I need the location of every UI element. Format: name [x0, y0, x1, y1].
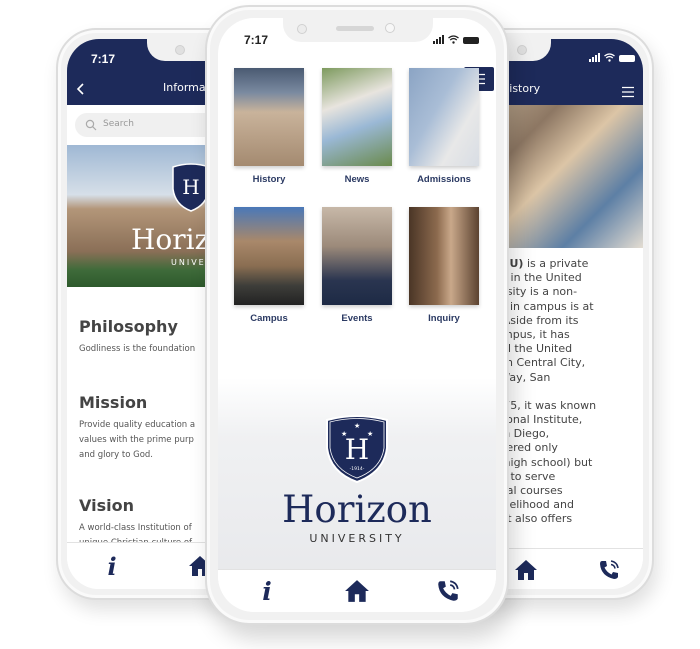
front-camera: [297, 24, 307, 34]
sensor: [385, 23, 395, 33]
tile-inquiry[interactable]: Inquiry: [409, 207, 479, 324]
tile-image: [409, 68, 479, 166]
wifi-icon: [448, 35, 459, 44]
tile-events[interactable]: Events: [322, 207, 392, 324]
tile-image: [322, 68, 392, 166]
search-placeholder: Search: [103, 119, 134, 129]
brand-sub: UNIVERSITY: [309, 532, 405, 545]
home-tab-button[interactable]: [342, 576, 372, 606]
home-tab-button[interactable]: [513, 557, 539, 583]
tile-label: History: [252, 174, 286, 185]
university-logo: ★ ★ ★ H -1914- Horizon UNIVERSITY: [218, 414, 496, 545]
tile-campus[interactable]: Campus: [234, 207, 304, 324]
status-icons: [433, 35, 479, 44]
tile-label: Inquiry: [428, 313, 460, 324]
home-icon: [345, 580, 369, 602]
tile-news[interactable]: News: [322, 68, 392, 185]
signal-icon: [433, 35, 444, 44]
tile-label: Events: [341, 313, 373, 324]
front-camera: [175, 45, 185, 55]
tile-image: [409, 207, 479, 305]
tile-image: [234, 68, 304, 166]
status-icons: [589, 53, 635, 62]
tile-admissions[interactable]: Admissions: [409, 68, 479, 185]
info-tab-button[interactable]: i: [97, 551, 127, 581]
crest-icon: ★ ★ ★ H -1914-: [326, 415, 388, 484]
signal-icon: [589, 53, 600, 62]
center-phone-screen: 7:17 History News Admissions Campus Even…: [218, 18, 496, 612]
battery-icon: [619, 55, 635, 62]
svg-text:H: H: [345, 433, 369, 466]
front-camera: [517, 45, 527, 55]
phone-call-icon: [600, 560, 619, 579]
wifi-icon: [604, 53, 615, 62]
search-icon: [85, 119, 97, 131]
tile-history[interactable]: History: [234, 68, 304, 185]
status-time: 7:17: [244, 33, 269, 47]
info-icon: i: [262, 576, 272, 606]
brand-name: Horizon: [282, 488, 432, 531]
svg-text:H: H: [182, 175, 199, 199]
center-phone-mockup: 7:17 History News Admissions Campus Even…: [205, 5, 509, 625]
bottom-tab-bar: i: [218, 569, 496, 612]
hamburger-menu-icon: [622, 86, 634, 98]
tile-label: Admissions: [417, 174, 471, 185]
tile-image: [234, 207, 304, 305]
battery-icon: [463, 37, 479, 44]
phone-call-icon: [438, 580, 459, 601]
call-tab-button[interactable]: [596, 557, 622, 583]
tile-label: Campus: [250, 313, 288, 324]
speaker: [336, 26, 374, 31]
back-button[interactable]: [75, 81, 91, 97]
info-icon: i: [107, 551, 117, 581]
home-icon: [515, 560, 537, 580]
info-tab-button[interactable]: i: [252, 576, 282, 606]
tile-label: News: [344, 174, 370, 185]
chevron-left-icon: [76, 83, 84, 95]
status-time: 7:17: [91, 52, 116, 66]
crest-year: -1914-: [350, 466, 365, 472]
call-tab-button[interactable]: [433, 576, 463, 606]
menu-button[interactable]: [621, 83, 635, 98]
tile-image: [322, 207, 392, 305]
svg-text:★: ★: [354, 422, 360, 430]
